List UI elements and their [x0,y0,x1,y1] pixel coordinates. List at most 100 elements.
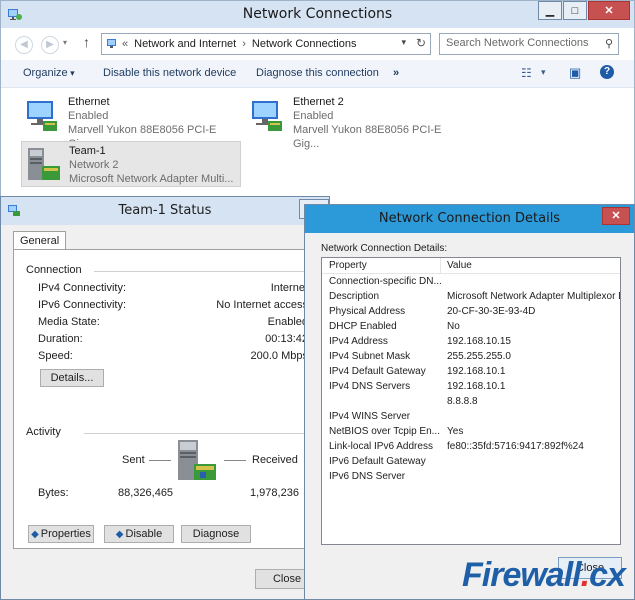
details-list-header: Property Value [322,258,620,274]
details-value: 192.168.10.1 [447,381,506,392]
network-adapter-icon [27,101,57,131]
organize-menu[interactable]: Organize [23,67,75,79]
details-row[interactable]: Description Microsoft Network Adapter Mul… [322,291,620,306]
details-row[interactable]: IPv6 DNS Server [322,471,620,486]
shield-icon: ◆ [115,529,124,540]
diagnose-connection-button[interactable]: Diagnose this connection [256,67,379,79]
details-row[interactable]: Physical Address 20-CF-30-3E-93-4D [322,306,620,321]
details-row[interactable]: IPv4 DNS Servers 192.168.10.1 [322,381,620,396]
address-dropdown-icon[interactable]: ▾ [401,37,406,48]
status-dialog-title: Team-1 Status [118,203,212,218]
network-activity-icon [178,440,216,480]
title-bar: Network Connections ▁ □ ✕ [1,1,634,28]
details-value: fe80::35fd:5716:9417:892f%24 [447,441,584,452]
disable-button[interactable]: ◆ Disable [104,525,174,543]
connection-name: Team-1 [69,145,106,157]
breadcrumb-network-connections[interactable]: Network Connections [252,38,357,50]
properties-button[interactable]: ◆ Properties [28,525,94,543]
connection-adapter: Microsoft Network Adapter Multi... [69,173,234,185]
details-list[interactable]: Property Value Connection-specific DN...… [321,257,621,545]
up-arrow-icon[interactable]: ↑ [83,34,90,50]
received-line [224,460,246,461]
logo-dot: . [580,556,591,594]
close-window-button[interactable]: ✕ [588,1,630,20]
details-row[interactable]: 8.8.8.8 [322,396,620,411]
connection-status: Enabled [293,110,334,122]
details-row[interactable]: NetBIOS over Tcpip En... Yes [322,426,620,441]
details-property: Connection-specific DN... [329,276,441,287]
details-row[interactable]: Link-local IPv6 Address fe80::35fd:5716:9… [322,441,620,456]
command-bar: Organize Disable this network device Dia… [1,60,634,88]
help-icon[interactable]: ? [600,65,614,79]
details-row[interactable]: IPv6 Default Gateway [322,456,620,471]
back-button[interactable]: ◀ [15,36,33,54]
details-row[interactable]: IPv4 Subnet Mask 255.255.255.0 [322,351,620,366]
disable-button-label: Disable [125,528,163,540]
row-label: Media State: [38,316,100,328]
ipv4-connectivity-row: IPv4 Connectivity: Internet [38,282,308,294]
view-dropdown-icon[interactable]: ▾ [541,67,546,78]
details-property: Physical Address [329,306,406,317]
connection-status: Enabled [68,110,109,122]
connection-name: Ethernet [68,96,110,108]
row-value: Enabled [267,316,308,328]
details-row[interactable]: DHCP Enabled No [322,321,620,336]
activity-group-label: Activity [26,426,61,438]
details-property: IPv6 Default Gateway [329,456,426,467]
search-input[interactable]: Search Network Connections ⚲ [439,33,619,55]
recent-locations-icon[interactable]: ▾ [63,38,67,47]
row-label: IPv4 Connectivity: [38,282,127,294]
connection-item-ethernet[interactable]: Ethernet Enabled Marvell Yukon 88E8056 P… [21,93,241,150]
disable-device-button[interactable]: Disable this network device [103,67,236,79]
more-commands-button[interactable]: » [393,67,399,79]
forward-button[interactable]: ▶ [41,36,59,54]
breadcrumb-separator-icon[interactable]: › [242,38,246,50]
refresh-icon[interactable]: ↻ [416,36,426,50]
activity-divider [84,433,304,434]
details-property: IPv4 Subnet Mask [329,351,411,362]
sent-label: Sent [122,454,145,466]
address-bar-row: ◀ ▶ ▾ ↑ « Network and Internet › Network… [1,28,634,60]
details-property: IPv6 DNS Server [329,471,406,482]
details-button[interactable]: Details... [40,369,104,387]
network-connection-details-dialog: Network Connection Details ✕ Network Con… [304,204,635,600]
bytes-received-value: 1,978,236 [250,487,299,499]
connection-item-team-1[interactable]: Team-1 Network 2 Microsoft Network Adapt… [21,141,241,187]
row-label: Duration: [38,333,83,345]
media-state-row: Media State: Enabled [38,316,308,328]
breadcrumb-network-and-internet[interactable]: Network and Internet [134,38,236,50]
details-heading: Network Connection Details: [321,243,448,254]
speed-row: Speed: 200.0 Mbps [38,350,308,362]
details-value: Microsoft Network Adapter Multiplexor Dr… [447,291,621,302]
tab-general[interactable]: General [13,231,67,250]
connection-name: Ethernet 2 [293,96,344,108]
details-row[interactable]: IPv4 WINS Server [322,411,620,426]
details-property: IPv4 DNS Servers [329,381,411,392]
search-placeholder: Search Network Connections [446,37,589,49]
change-view-icon[interactable]: ☷ [521,66,532,80]
address-input[interactable]: « Network and Internet › Network Connect… [101,33,431,55]
row-value: 200.0 Mbps [250,350,308,362]
team-adapter-icon [28,148,60,180]
maximize-button[interactable]: □ [563,1,587,20]
details-property: Description [329,291,380,302]
column-header-property[interactable]: Property [329,260,367,271]
details-property: IPv4 Address [329,336,388,347]
minimize-button[interactable]: ▁ [538,1,562,20]
row-value: No Internet access [216,299,308,311]
details-row[interactable]: Connection-specific DN... [322,276,620,291]
preview-pane-icon[interactable]: ▣ [569,65,581,81]
details-row[interactable]: IPv4 Default Gateway 192.168.10.1 [322,366,620,381]
details-close-icon[interactable]: ✕ [602,207,630,225]
search-icon[interactable]: ⚲ [605,37,613,50]
column-header-value[interactable]: Value [447,260,472,271]
details-row[interactable]: IPv4 Address 192.168.10.15 [322,336,620,351]
column-divider[interactable] [440,258,441,274]
logo-text: Firewall [462,556,582,594]
diagnose-button[interactable]: Diagnose [181,525,251,543]
address-overflow[interactable]: « [122,38,128,50]
properties-button-label: Properties [40,528,91,540]
connection-item-ethernet-2[interactable]: Ethernet 2 Enabled Marvell Yukon 88E8056… [246,93,466,150]
sent-line [149,460,171,461]
details-value: 192.168.10.15 [447,336,511,347]
